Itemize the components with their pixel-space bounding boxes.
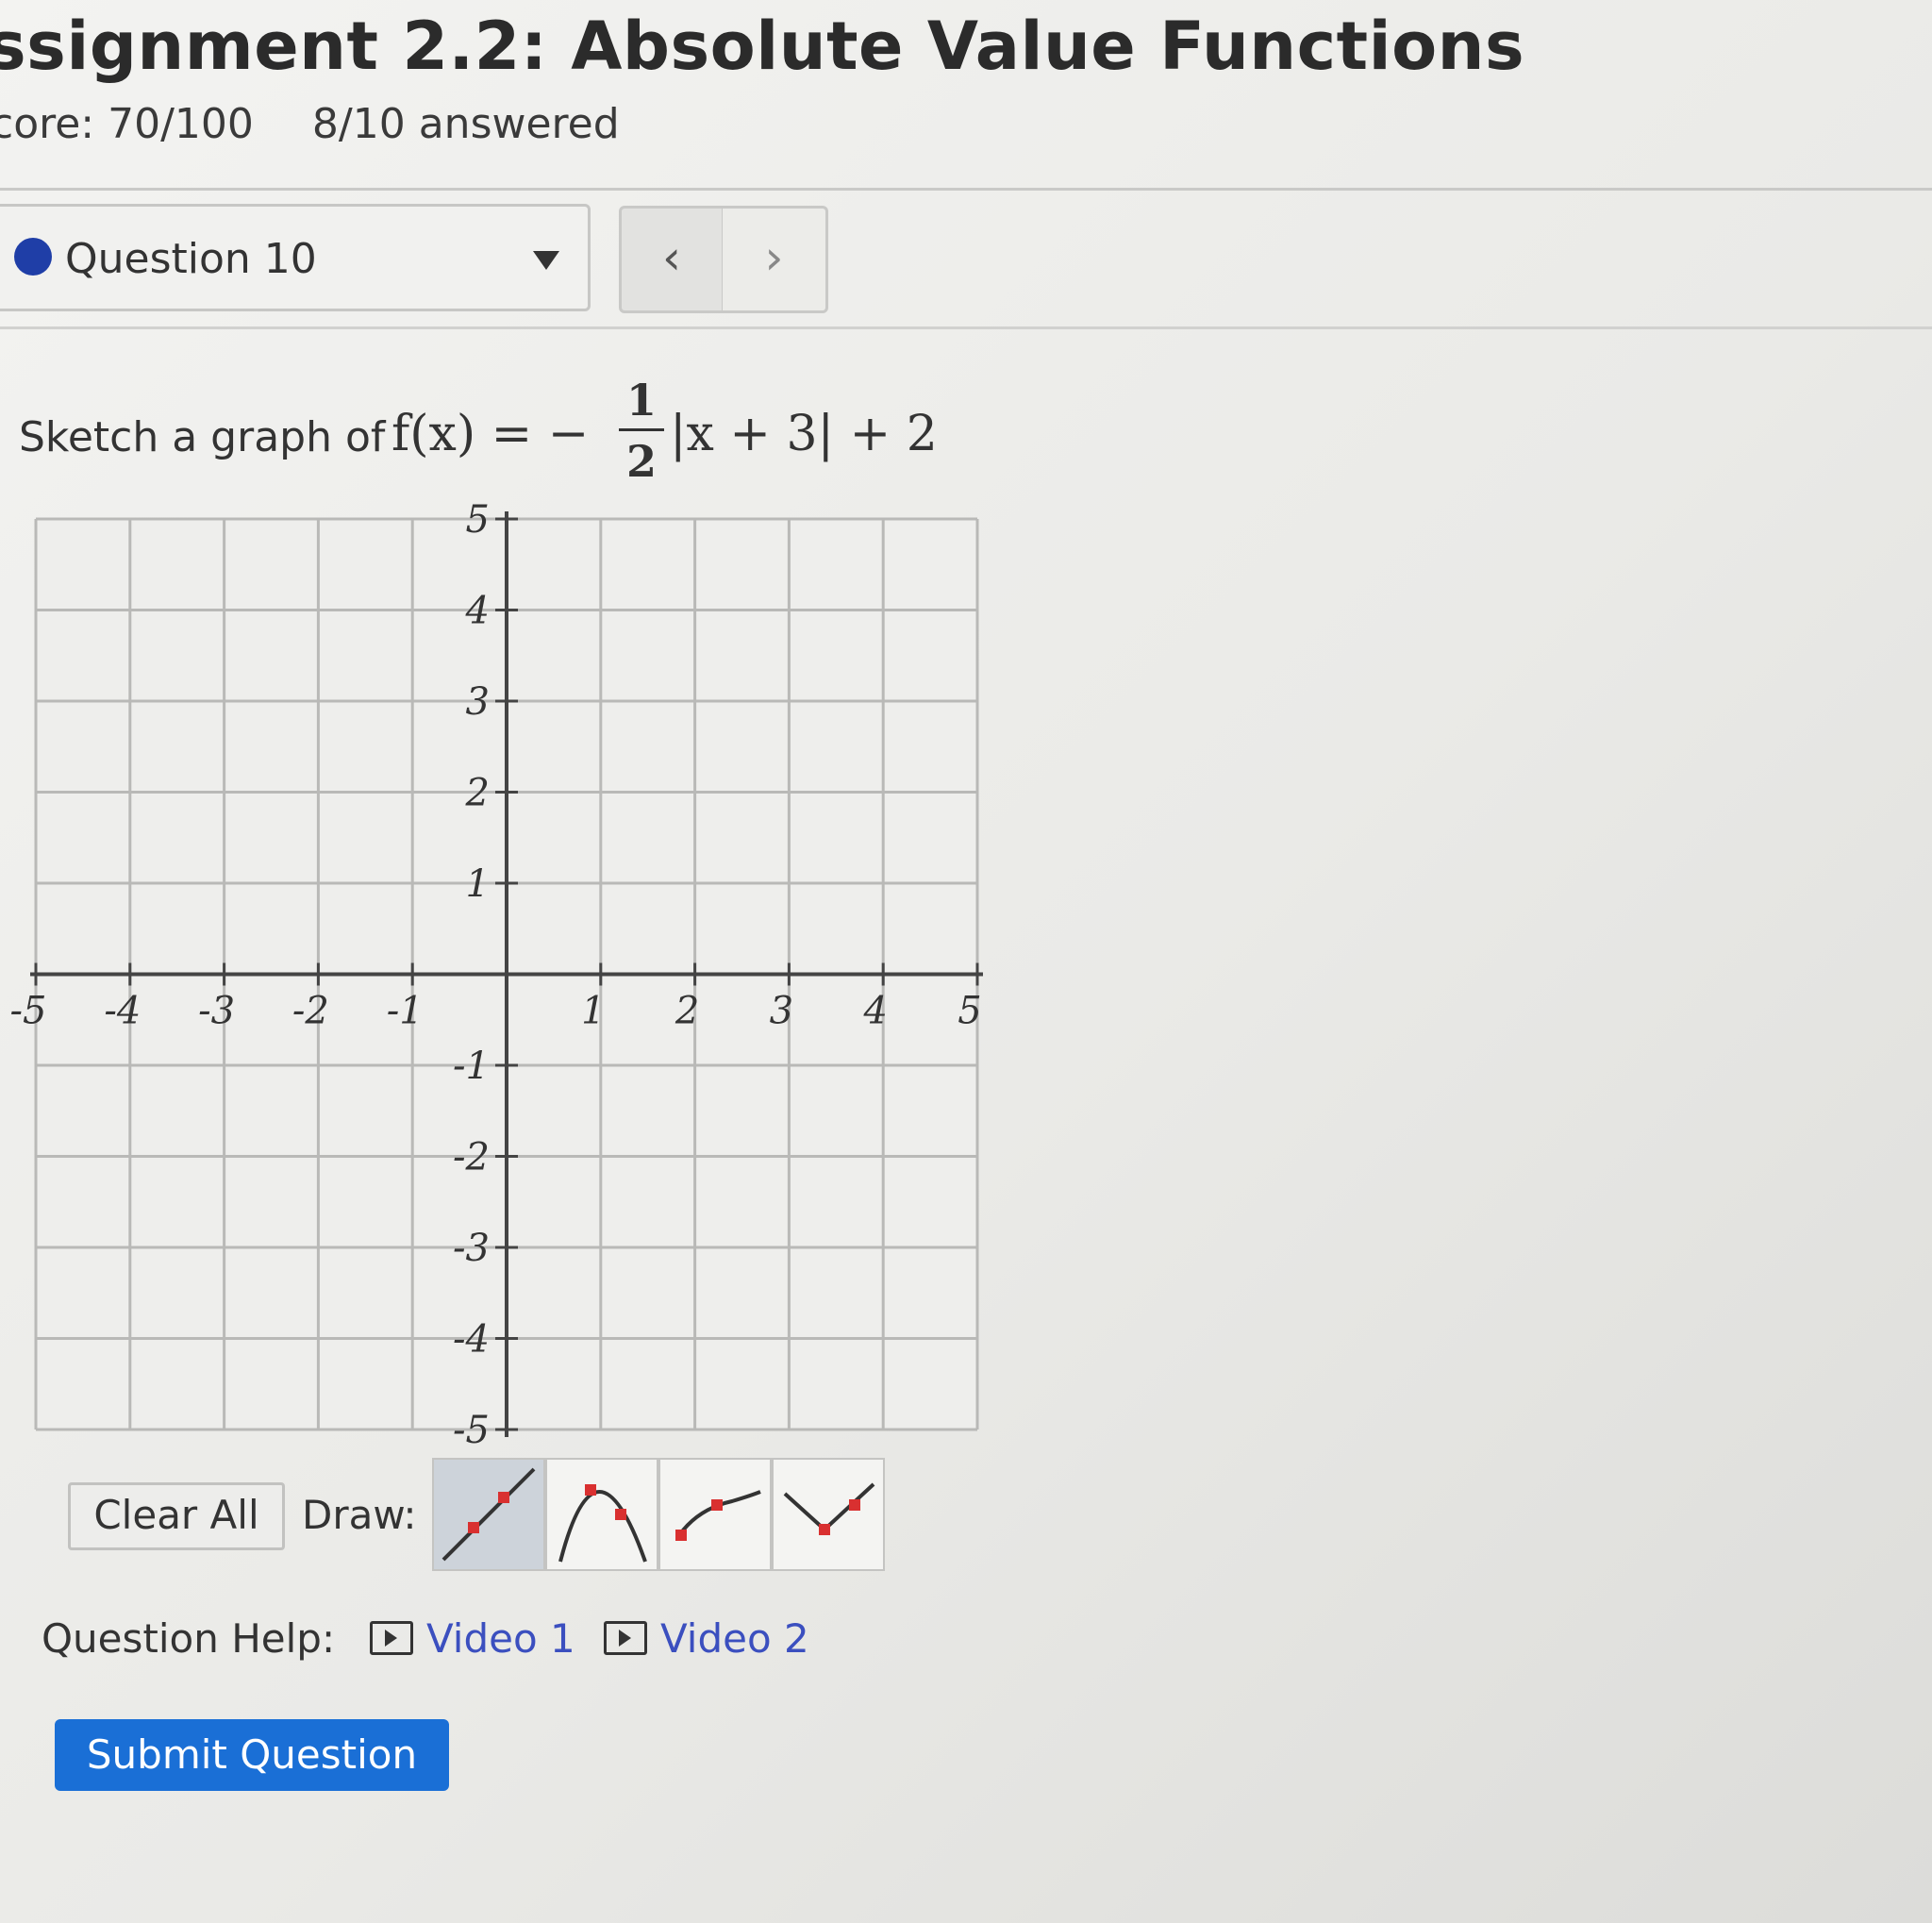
curve-tool-icon bbox=[675, 1490, 761, 1541]
curve-tool-button[interactable] bbox=[658, 1458, 772, 1571]
y-tick-label: -2 bbox=[453, 1136, 490, 1179]
y-tick-label: 3 bbox=[466, 680, 490, 724]
line-tool-button[interactable] bbox=[432, 1458, 545, 1571]
status-dot-icon bbox=[14, 238, 52, 276]
prompt-fraction: 1 2 bbox=[615, 377, 668, 484]
parabola-tool-icon bbox=[558, 1484, 647, 1563]
question-select-label: Question 10 bbox=[65, 235, 317, 283]
x-tick-label: 4 bbox=[862, 990, 887, 1033]
x-tick-label: 1 bbox=[581, 990, 605, 1033]
y-tick-label: -3 bbox=[453, 1227, 490, 1270]
y-tick-label: 4 bbox=[465, 590, 490, 633]
assignment-title: ssignment 2.2: Absolute Value Functions bbox=[0, 8, 1525, 85]
x-tick-label: 3 bbox=[770, 990, 793, 1033]
question-help: Question Help: Video 1 Video 2 bbox=[42, 1615, 809, 1662]
video-2-link[interactable]: Video 2 bbox=[604, 1615, 809, 1662]
video-1-label: Video 1 bbox=[426, 1615, 575, 1662]
line-tool-icon bbox=[441, 1467, 536, 1562]
video-2-label: Video 2 bbox=[660, 1615, 809, 1662]
x-tick-label: -5 bbox=[10, 990, 47, 1033]
prev-question-button[interactable]: ‹ bbox=[619, 206, 724, 313]
y-tick-label: -5 bbox=[453, 1409, 490, 1452]
fraction-numerator: 1 bbox=[625, 375, 657, 426]
next-question-button[interactable]: › bbox=[723, 206, 828, 313]
divider-bottom bbox=[0, 326, 1932, 329]
absolute-value-tool-button[interactable] bbox=[772, 1458, 885, 1571]
x-tick-label: -2 bbox=[292, 990, 329, 1033]
y-tick-label: -4 bbox=[453, 1318, 490, 1362]
fraction-denominator: 2 bbox=[625, 436, 657, 487]
x-tick-label: 2 bbox=[675, 990, 699, 1033]
y-tick-label: 2 bbox=[465, 772, 490, 815]
coordinate-plane[interactable]: -5 -4 -3 -2 -1 1 2 3 4 5 5 4 3 2 1 -1 -2 -3 -4 -5 bbox=[0, 491, 1019, 1463]
divider-top bbox=[0, 188, 1932, 191]
chevron-right-icon: › bbox=[764, 230, 784, 285]
caret-down-icon bbox=[533, 251, 559, 270]
prompt-lead: Sketch a graph of bbox=[19, 413, 386, 461]
score-text: core: 70/100 bbox=[0, 100, 254, 148]
y-tick-label: 1 bbox=[466, 862, 490, 906]
x-tick-label: -1 bbox=[387, 990, 424, 1033]
prompt-abs-expression: |x + 3| + 2 bbox=[670, 406, 938, 462]
x-tick-label: -3 bbox=[198, 990, 235, 1033]
submit-question-button[interactable]: Submit Question bbox=[55, 1719, 449, 1791]
x-tick-label: 5 bbox=[958, 990, 981, 1033]
chevron-left-icon: ‹ bbox=[662, 230, 681, 285]
x-tick-label: -4 bbox=[104, 990, 141, 1033]
y-tick-label: 5 bbox=[466, 498, 490, 542]
fraction-bar bbox=[619, 428, 664, 431]
answered-count: 8/10 answered bbox=[311, 100, 620, 148]
absolute-value-tool-icon bbox=[783, 1482, 875, 1535]
score-line: core: 70/100 8/10 answered bbox=[0, 100, 620, 148]
play-icon bbox=[604, 1620, 647, 1655]
parabola-tool-button[interactable] bbox=[545, 1458, 658, 1571]
play-icon bbox=[370, 1620, 413, 1655]
video-1-link[interactable]: Video 1 bbox=[370, 1615, 575, 1662]
clear-all-button[interactable]: Clear All bbox=[68, 1482, 285, 1550]
y-tick-label: -1 bbox=[453, 1045, 490, 1088]
graph-area[interactable]: -5 -4 -3 -2 -1 1 2 3 4 5 5 4 3 2 1 -1 -2 -3 -4 -5 bbox=[0, 491, 1019, 1463]
prompt-function: f(x) = − bbox=[391, 406, 590, 462]
question-help-label: Question Help: bbox=[42, 1615, 336, 1662]
question-select[interactable]: Question 10 bbox=[0, 204, 591, 311]
draw-label: Draw: bbox=[302, 1492, 417, 1538]
